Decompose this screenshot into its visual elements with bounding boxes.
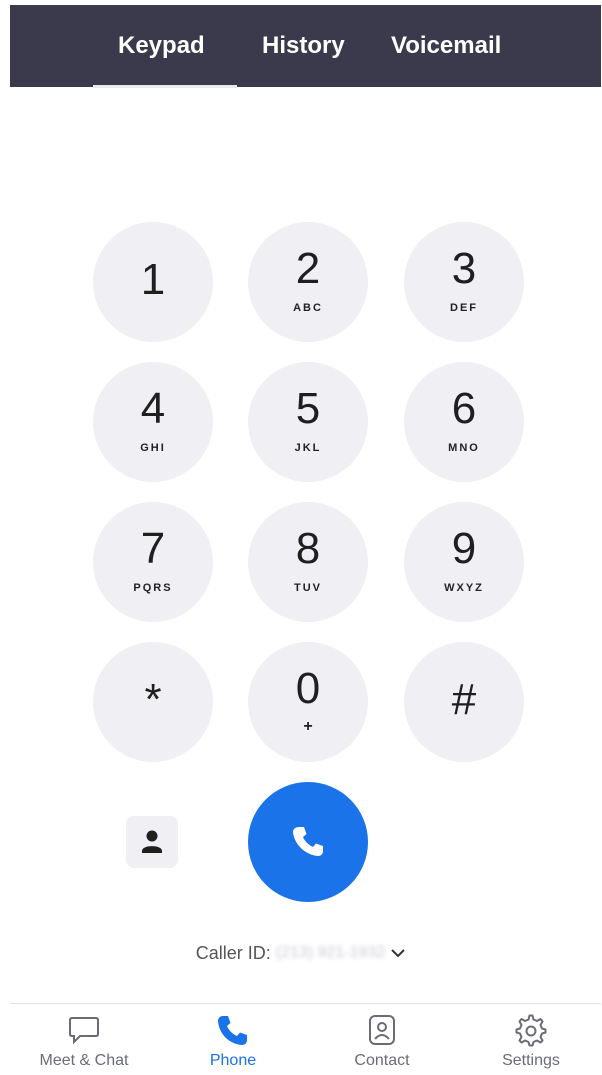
key-4[interactable]: 4 GHI [93, 362, 213, 482]
key-letters: DEF [450, 302, 478, 314]
key-digit: 3 [451, 244, 477, 293]
active-tab-indicator [93, 85, 237, 88]
key-digit: 6 [451, 384, 477, 433]
caller-id[interactable]: Caller ID: (213) 921-1932 [0, 942, 602, 964]
nav-label: Settings [502, 1052, 560, 1069]
key-digit: 7 [140, 524, 166, 573]
top-tab-bar: Keypad History Voicemail [10, 5, 601, 88]
key-digit: 5 [295, 384, 321, 433]
gear-icon [514, 1014, 548, 1053]
caller-id-value: (213) 921-1932 [275, 944, 386, 962]
key-letters: TUV [294, 582, 322, 594]
contact-picker-button[interactable] [126, 816, 178, 868]
nav-meet-chat[interactable]: Meet & Chat [14, 1004, 154, 1074]
caller-id-label: Caller ID: [195, 942, 271, 963]
key-letters: + [303, 718, 313, 735]
key-letters: ABC [293, 302, 323, 314]
phone-icon [293, 827, 323, 856]
key-digit: # [451, 675, 477, 724]
key-8[interactable]: 8 TUV [248, 502, 368, 622]
key-digit: 4 [140, 384, 166, 433]
key-hash[interactable]: # [404, 642, 524, 762]
key-7[interactable]: 7 PQRS [93, 502, 213, 622]
contact-icon [366, 1014, 398, 1053]
nav-label: Contact [354, 1052, 410, 1069]
key-letters: JKL [294, 442, 322, 454]
key-digit: 9 [451, 524, 477, 573]
key-3[interactable]: 3 DEF [404, 222, 524, 342]
key-digit: * [144, 675, 162, 724]
key-6[interactable]: 6 MNO [404, 362, 524, 482]
key-letters: MNO [448, 442, 480, 454]
key-letters: PQRS [133, 582, 173, 594]
nav-phone[interactable]: Phone [163, 1004, 303, 1074]
key-letters: WXYZ [444, 582, 484, 594]
key-1[interactable]: 1 [93, 222, 213, 342]
bottom-navigation: Meet & Chat Phone Contact Settings [10, 1003, 601, 1075]
key-2[interactable]: 2 ABC [248, 222, 368, 342]
key-5[interactable]: 5 JKL [248, 362, 368, 482]
chat-bubble-icon [67, 1014, 101, 1051]
tab-keypad[interactable]: Keypad [118, 31, 205, 61]
tab-voicemail[interactable]: Voicemail [391, 31, 501, 61]
key-digit: 0 [295, 664, 321, 713]
nav-label: Meet & Chat [39, 1052, 129, 1069]
key-letters: GHI [140, 442, 166, 454]
key-digit: 1 [140, 255, 166, 304]
tab-history[interactable]: History [262, 31, 345, 61]
nav-contact[interactable]: Contact [312, 1004, 452, 1074]
key-9[interactable]: 9 WXYZ [404, 502, 524, 622]
phone-icon [216, 1014, 250, 1053]
person-icon [142, 830, 162, 853]
key-digit: 8 [295, 524, 321, 573]
nav-label: Phone [209, 1052, 257, 1069]
nav-settings[interactable]: Settings [461, 1004, 601, 1074]
key-digit: 2 [295, 244, 321, 293]
chevron-down-icon [390, 943, 406, 963]
call-button[interactable] [248, 782, 368, 902]
key-0[interactable]: 0 + [248, 642, 368, 762]
key-star[interactable]: * [93, 642, 213, 762]
